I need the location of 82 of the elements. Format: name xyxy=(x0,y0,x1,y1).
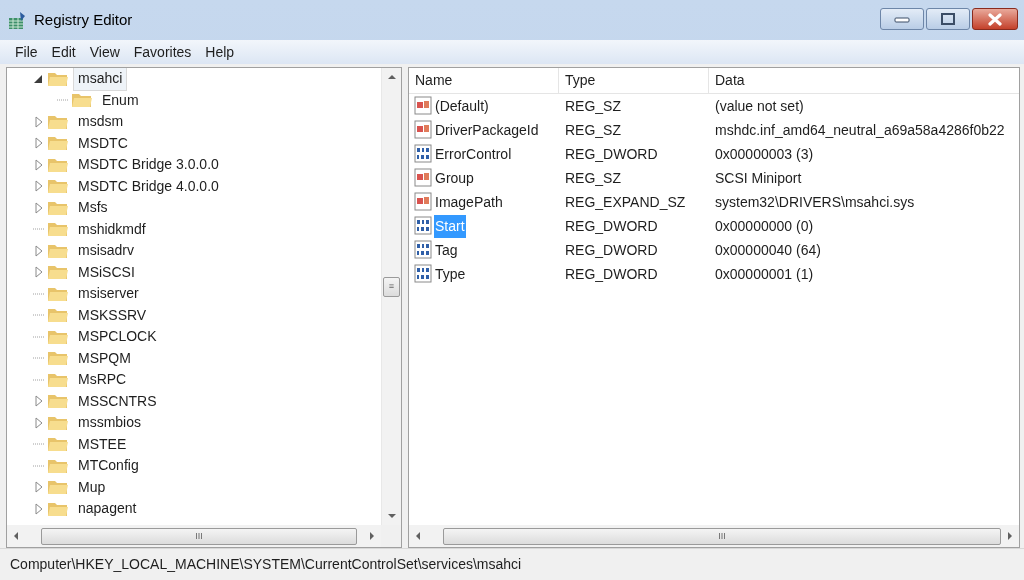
value-type: REG_DWORD xyxy=(564,264,659,284)
scroll-up-icon xyxy=(387,75,396,79)
folder-icon xyxy=(47,177,69,196)
folder-icon xyxy=(47,134,69,153)
menu-item[interactable]: Favorites xyxy=(126,41,199,63)
expand-arrow-icon[interactable] xyxy=(33,395,45,408)
registry-icon xyxy=(8,10,28,30)
scroll-down-icon xyxy=(387,514,396,518)
expand-arrow-icon[interactable] xyxy=(33,481,45,494)
vertical-scrollbar[interactable]: ≡ xyxy=(381,68,401,525)
folder-icon xyxy=(47,349,69,368)
maximize-button[interactable] xyxy=(926,8,970,30)
scroll-thumb[interactable]: III xyxy=(443,527,1001,545)
value-name[interactable]: ErrorControl xyxy=(434,142,513,166)
column-header[interactable]: Type xyxy=(559,68,709,93)
expand-arrow-icon[interactable] xyxy=(33,180,45,193)
column-header[interactable]: Name xyxy=(409,68,559,93)
window-title: Registry Editor xyxy=(34,9,133,30)
scroll-thumb[interactable]: ≡ xyxy=(383,276,400,297)
menu-item[interactable]: Edit xyxy=(44,41,83,63)
binary-value-icon xyxy=(413,216,433,236)
expand-arrow-icon[interactable] xyxy=(33,201,45,214)
expand-arrow-icon[interactable] xyxy=(33,502,45,515)
value-type: REG_SZ xyxy=(564,120,622,140)
minimize-icon xyxy=(894,14,910,24)
minimize-button[interactable] xyxy=(880,8,924,30)
string-value-icon xyxy=(413,96,433,116)
value-type: REG_DWORD xyxy=(564,240,659,260)
horizontal-scrollbar[interactable]: III xyxy=(409,525,1019,547)
folder-icon xyxy=(71,91,93,110)
string-value-icon xyxy=(413,192,433,212)
value-type: REG_SZ xyxy=(564,168,622,188)
menu-item[interactable]: View xyxy=(82,41,127,63)
value-data: 0x00000003 (3) xyxy=(714,144,814,164)
value-name[interactable]: Tag xyxy=(434,238,459,262)
folder-icon xyxy=(47,435,69,454)
value-data: 0x00000040 (64) xyxy=(714,240,821,260)
expand-arrow-icon[interactable] xyxy=(33,137,45,150)
menu-item[interactable]: File xyxy=(8,41,45,63)
folder-icon xyxy=(47,392,69,411)
value-data: 0x00000001 (1) xyxy=(714,264,814,284)
expand-arrow-icon[interactable] xyxy=(33,416,45,429)
scroll-left-icon xyxy=(416,532,420,540)
column-header[interactable]: Data xyxy=(709,68,1019,93)
value-type: REG_DWORD xyxy=(564,216,659,236)
value-data: SCSI Miniport xyxy=(714,168,802,188)
value-name[interactable]: (Default) xyxy=(434,94,490,118)
close-icon xyxy=(987,12,1003,26)
expand-arrow-icon[interactable] xyxy=(33,158,45,171)
expand-arrow-icon[interactable] xyxy=(33,244,45,257)
tree-item[interactable]: msahci xyxy=(73,68,128,92)
expand-arrow-icon[interactable] xyxy=(33,266,45,279)
value-name[interactable]: Group xyxy=(434,166,475,190)
scroll-right-icon xyxy=(1008,532,1012,540)
binary-value-icon xyxy=(413,144,433,164)
binary-value-icon xyxy=(413,240,433,260)
scroll-thumb[interactable]: III xyxy=(41,527,357,545)
value-data: system32\DRIVERS\msahci.sys xyxy=(714,192,915,212)
folder-icon xyxy=(47,478,69,497)
value-type: REG_DWORD xyxy=(564,144,659,164)
menu-item[interactable]: Help xyxy=(198,41,242,63)
string-value-icon xyxy=(413,168,433,188)
folder-icon xyxy=(47,220,69,239)
value-type: REG_SZ xyxy=(564,96,622,116)
value-name[interactable]: ImagePath xyxy=(434,190,504,214)
maximize-icon xyxy=(941,13,955,25)
value-name[interactable]: Type xyxy=(434,262,467,286)
value-name[interactable]: DriverPackageId xyxy=(434,118,540,142)
horizontal-scrollbar[interactable]: III xyxy=(7,525,381,547)
binary-value-icon xyxy=(413,264,433,284)
value-type: REG_EXPAND_SZ xyxy=(564,192,687,212)
status-path: Computer\HKEY_LOCAL_MACHINE\SYSTEM\CurrentControlSet\services\msahci xyxy=(10,555,522,574)
value-data: (value not set) xyxy=(714,96,804,116)
close-button[interactable] xyxy=(972,8,1018,30)
scroll-right-icon xyxy=(370,532,374,540)
scroll-left-icon xyxy=(14,532,18,540)
value-data: 0x00000000 (0) xyxy=(714,216,814,236)
expand-arrow-icon[interactable] xyxy=(33,115,45,128)
string-value-icon xyxy=(413,120,433,140)
folder-icon xyxy=(47,306,69,325)
folder-icon xyxy=(47,263,69,282)
value-data: mshdc.inf_amd64_neutral_a69a58a4286f0b22 xyxy=(714,120,1005,140)
